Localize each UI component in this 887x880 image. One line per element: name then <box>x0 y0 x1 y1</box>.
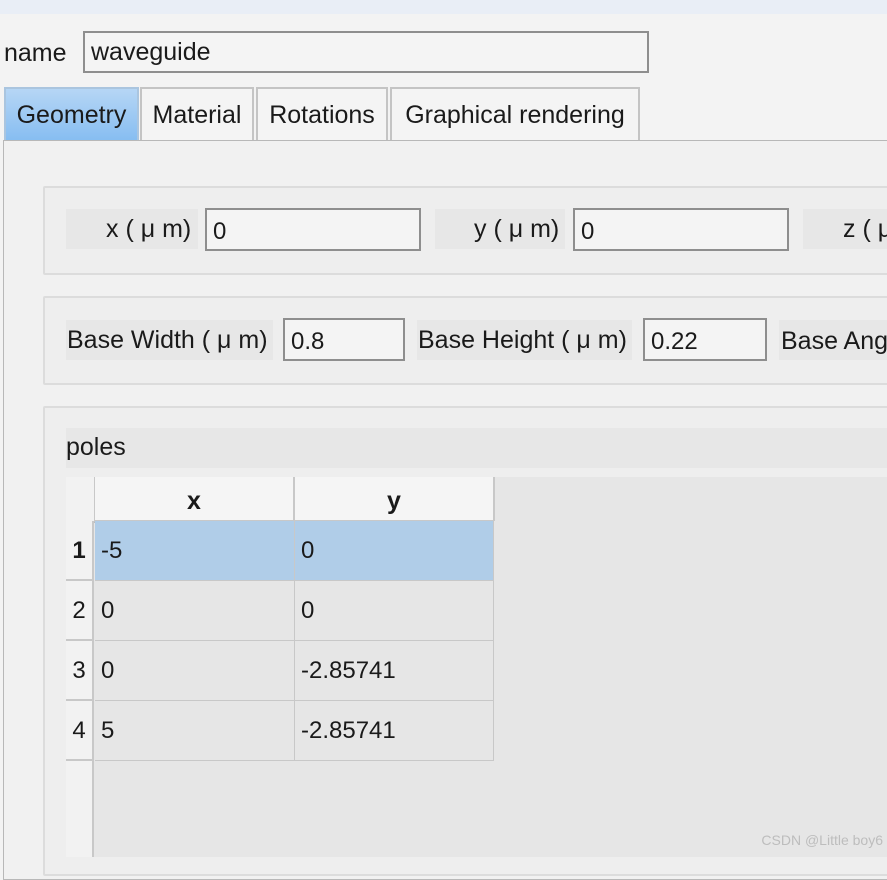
x-input[interactable]: 0 <box>205 208 421 251</box>
y-label: y ( μ m) <box>474 215 560 243</box>
row-header-1[interactable]: 1 <box>66 521 94 581</box>
tab-material[interactable]: Material <box>140 87 254 141</box>
table-cell-y-2[interactable]: 0 <box>295 581 494 641</box>
table-cell-x-3[interactable]: 0 <box>95 641 295 701</box>
tab-graphical-rendering[interactable]: Graphical rendering <box>390 87 640 141</box>
column-header-x[interactable]: x <box>95 477 295 521</box>
watermark: CSDN @Little boy6 <box>761 832 883 848</box>
row-header-empty-area <box>66 761 94 857</box>
table-cell-x-1[interactable]: -5 <box>95 521 295 581</box>
window-top-strip <box>0 0 887 14</box>
base-angle-label: Base Ang <box>781 327 887 355</box>
poles-title: poles <box>66 433 126 461</box>
base-width-label: Base Width ( μ m) <box>67 326 268 354</box>
base-height-input[interactable]: 0.22 <box>643 318 767 361</box>
x-label: x ( μ m) <box>106 215 192 243</box>
y-input[interactable]: 0 <box>573 208 789 251</box>
base-width-input[interactable]: 0.8 <box>283 318 405 361</box>
row-header-4[interactable]: 4 <box>66 701 94 761</box>
poles-header-box <box>66 428 887 468</box>
table-cell-y-3[interactable]: -2.85741 <box>295 641 494 701</box>
z-label: z ( μ <box>843 215 887 243</box>
base-height-label: Base Height ( μ m) <box>418 326 627 354</box>
table-corner-button[interactable] <box>66 477 95 523</box>
table-cell-x-2[interactable]: 0 <box>95 581 295 641</box>
row-header-2[interactable]: 2 <box>66 581 94 641</box>
tab-rotations[interactable]: Rotations <box>256 87 388 141</box>
table-cell-y-4[interactable]: -2.85741 <box>295 701 494 761</box>
row-header-3[interactable]: 3 <box>66 641 94 701</box>
tab-geometry[interactable]: Geometry <box>4 87 139 141</box>
table-cell-y-1[interactable]: 0 <box>295 521 494 581</box>
name-label: name <box>4 39 67 67</box>
name-input[interactable]: waveguide <box>83 31 649 73</box>
column-header-y[interactable]: y <box>295 477 495 521</box>
table-cell-x-4[interactable]: 5 <box>95 701 295 761</box>
